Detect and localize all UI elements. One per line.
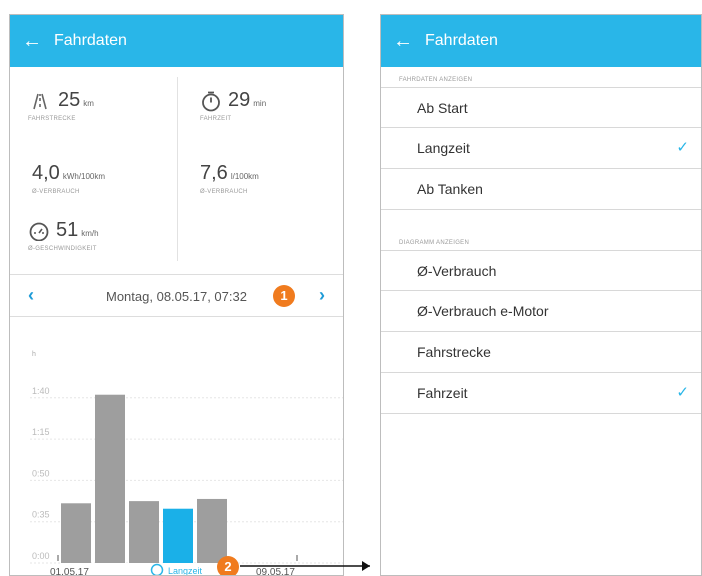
- connector-arrow-icon: [240, 561, 370, 571]
